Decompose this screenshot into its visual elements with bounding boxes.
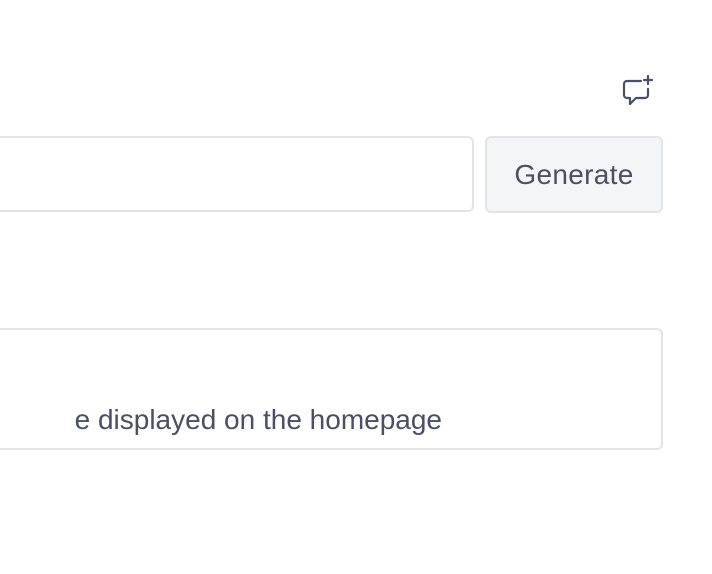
- generate-button[interactable]: Generate: [485, 136, 663, 213]
- generate-input[interactable]: [0, 136, 474, 212]
- add-comment-icon[interactable]: [618, 72, 656, 110]
- info-text: e displayed on the homepage: [74, 404, 442, 435]
- page: Generate e displayed on the homepage: [0, 0, 712, 574]
